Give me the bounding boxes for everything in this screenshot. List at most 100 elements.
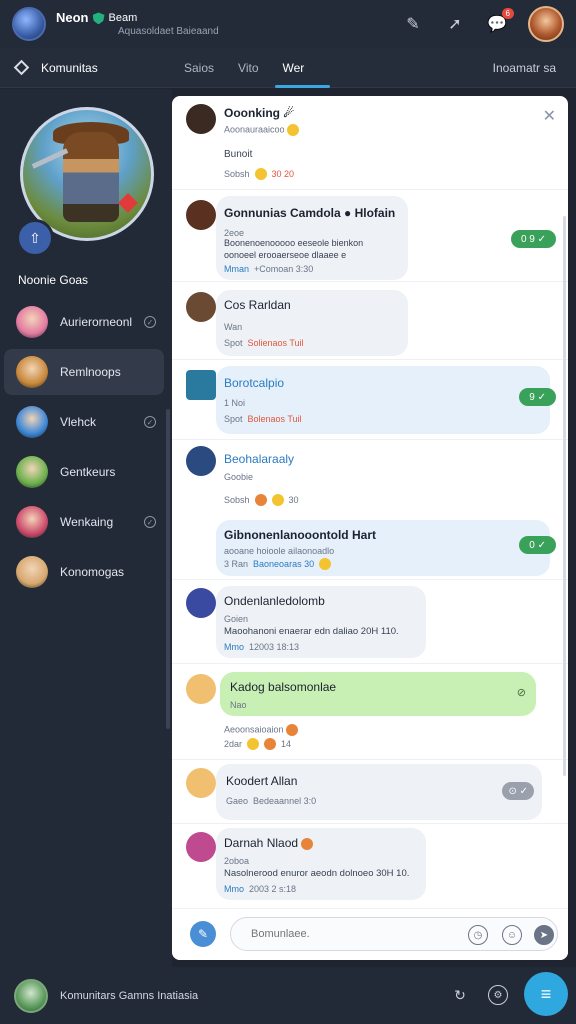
upload-icon[interactable]: ⇧ [16, 219, 54, 257]
message-meta: Gaeo Bedeaannel 3:0 [226, 796, 317, 806]
message-bubble: Borotcalpio 1 Noi Spot Bolenaos Tuil [216, 366, 550, 434]
message-bubble: Gibnonenlanooontold Hart aooane hoioole … [216, 520, 550, 576]
message-title: Beohalaraaly [224, 452, 295, 466]
message-avatar [186, 832, 216, 862]
message-body: Maoohanoni enaerar edn daliao 20H 110. [224, 626, 399, 637]
share-icon[interactable]: ➚ [444, 13, 466, 35]
chat-scrollbar[interactable] [563, 216, 566, 776]
profile-subtitle: Aquasoldaet Baieaand [118, 25, 219, 37]
message-meta: Mmo 12003 18:13 [224, 642, 300, 652]
message-title: Gibnonenlanooontold Hart [224, 528, 376, 542]
verified-shield-icon [92, 12, 105, 25]
community-brand[interactable]: Komunitas [0, 59, 172, 76]
message-avatar [186, 588, 216, 618]
message-bubble: Koodert Allan Gaeo Bedeaannel 3:0 ⊙ ✓ [216, 764, 542, 820]
sidebar-item-label: Konomogas [60, 565, 125, 579]
tab-right-label[interactable]: Inoamatr sa [493, 61, 576, 75]
status-pill[interactable]: 0 9 ✓ [510, 230, 556, 248]
message-title: Gonnunias Camdola ● Hlofain [224, 206, 396, 220]
sidebar-item[interactable]: Aurierorneonl ✓ [4, 299, 164, 345]
tab-0[interactable]: Saios [172, 48, 226, 88]
message-meta: Spot Bolenaos Tuil [224, 414, 302, 424]
chat-notifications-icon[interactable]: 💬 6 [486, 8, 514, 35]
emoji-toggle-icon[interactable]: ✎ [190, 921, 216, 947]
status-pill[interactable]: 0 ✓ [519, 536, 556, 554]
message-avatar [186, 200, 216, 230]
check-icon[interactable]: ✓ [144, 516, 156, 528]
sidebar-scrollbar[interactable] [166, 409, 170, 729]
chat-message[interactable]: Ooonking ☄ Aoonauraaicoo Bunoit Sobsh 30 … [172, 96, 568, 190]
user-avatar[interactable] [528, 6, 564, 42]
sidebar-item-label: Gentkeurs [60, 465, 116, 479]
message-avatar [186, 674, 216, 704]
sidebar-heading: Noonie Goas [18, 273, 89, 287]
chat-message[interactable]: Borotcalpio 1 Noi Spot Bolenaos Tuil 9 ✓ [172, 360, 568, 440]
message-bubble: Darnah Nlaod 2oboa Nasolnerood enuror ae… [216, 828, 426, 900]
top-bar: Neon Beam Aquasoldaet Baieaand ✎ ➚ 💬 6 [0, 0, 576, 48]
composer: ✎ ◷ ☺ ➤ [172, 908, 568, 960]
message-sub: 2oboa [224, 856, 250, 866]
message-sub: Wan [224, 322, 243, 332]
menu-fab-icon[interactable]: ≡ [524, 972, 568, 1016]
sidebar-avatar [16, 456, 48, 488]
compose-icon[interactable]: ✎ [402, 13, 424, 35]
check-icon[interactable]: ✓ [144, 316, 156, 328]
sidebar-avatar [16, 306, 48, 338]
sidebar-item[interactable]: Gentkeurs [4, 449, 164, 495]
sidebar-item-label: Remlnoops [60, 365, 121, 379]
message-sub: aooane hoioole ailaonoadlo [224, 546, 335, 556]
message-title: Ooonking ☄ [224, 106, 295, 120]
message-sub: 1 Noi [224, 398, 246, 408]
message-bubble: Cos Rarldan Wan Spot Solienaos Tuil [216, 290, 408, 356]
chat-message[interactable]: Cos Rarldan Wan Spot Solienaos Tuil [172, 282, 568, 360]
notification-badge: 6 [501, 8, 514, 19]
message-meta: Mmo 2003 2 s:18 [224, 884, 297, 894]
profile-name-block: Neon Beam Aquasoldaet Baieaand [56, 10, 219, 37]
sidebar-avatar [16, 406, 48, 438]
message-avatar [186, 292, 216, 322]
message-footer: Aeoonsaioaion [224, 724, 299, 736]
sidebar-item-label: Wenkaing [60, 515, 114, 529]
chat-message[interactable]: Beohalaraaly Goobie Sobsh 30 [172, 440, 568, 512]
message-meta: Sobsh 30 [224, 494, 299, 506]
chat-message[interactable]: Kadog balsomonlae Nao ⊘ Aeoonsaioaion 2d… [172, 664, 568, 760]
chat-message[interactable]: Gibnonenlanooontold Hart aooane hoioole … [172, 512, 568, 580]
chat-message[interactable]: Gonnunias Camdola ● Hlofain 2eoe Booneno… [172, 190, 568, 282]
chat-message[interactable]: Ondenlanledolomb Goien Maoohanoni enaera… [172, 580, 568, 664]
message-avatar [186, 104, 216, 134]
sidebar-list: Aurierorneonl ✓ Remlnoops Vlehck ✓ Gentkeurs W… [4, 299, 164, 599]
message-title: Koodert Allan [226, 774, 298, 788]
sidebar-item[interactable]: Konomogas [4, 549, 164, 595]
profile-avatar[interactable] [12, 7, 46, 41]
chat-message[interactable]: Koodert Allan Gaeo Bedeaannel 3:0 ⊙ ✓ [172, 760, 568, 824]
settings-icon[interactable]: ⚙ [488, 985, 508, 1005]
status-pill[interactable]: 9 ✓ [519, 388, 556, 406]
reaction-icon[interactable]: ⊙ ✓ [502, 782, 534, 800]
message-title: Kadog balsomonlae [230, 680, 337, 694]
message-sub: Nao [230, 700, 247, 710]
tab-2[interactable]: Wer [271, 48, 330, 88]
send-icon[interactable]: ➤ [534, 925, 554, 945]
smiley-icon[interactable]: ☺ [502, 925, 522, 945]
message-sub: 2eoe [224, 228, 245, 238]
sidebar-item[interactable]: Wenkaing ✓ [4, 499, 164, 545]
message-body: Bunoit [224, 149, 253, 160]
message-meta: 2dar 14 [224, 738, 292, 750]
check-icon[interactable]: ✓ [144, 416, 156, 428]
sidebar-item-label: Aurierorneonl [60, 315, 133, 329]
sidebar-item[interactable]: Remlnoops [4, 349, 164, 395]
refresh-icon[interactable]: ↻ [450, 985, 470, 1005]
sidebar-avatar [16, 506, 48, 538]
community-avatar[interactable] [14, 978, 48, 1013]
clock-icon[interactable]: ◷ [468, 925, 488, 945]
message-avatar [186, 370, 216, 400]
message-meta: Mman +Comoan 3:30 [224, 264, 314, 274]
chat-message[interactable]: Darnah Nlaod 2oboa Nasolnerood enuror ae… [172, 824, 568, 908]
attachment-icon[interactable]: ⊘ [517, 686, 526, 699]
profile-name: Neon [56, 10, 89, 26]
message-body: Nasolnerood enuror aeodn dolnoeo 30H 10. [224, 868, 410, 879]
tab-1[interactable]: Vito [226, 48, 270, 88]
message-avatar [186, 768, 216, 798]
sidebar-item[interactable]: Vlehck ✓ [4, 399, 164, 445]
message-body-2: oonoeel erooaerseoe dlaaee e [224, 250, 347, 260]
